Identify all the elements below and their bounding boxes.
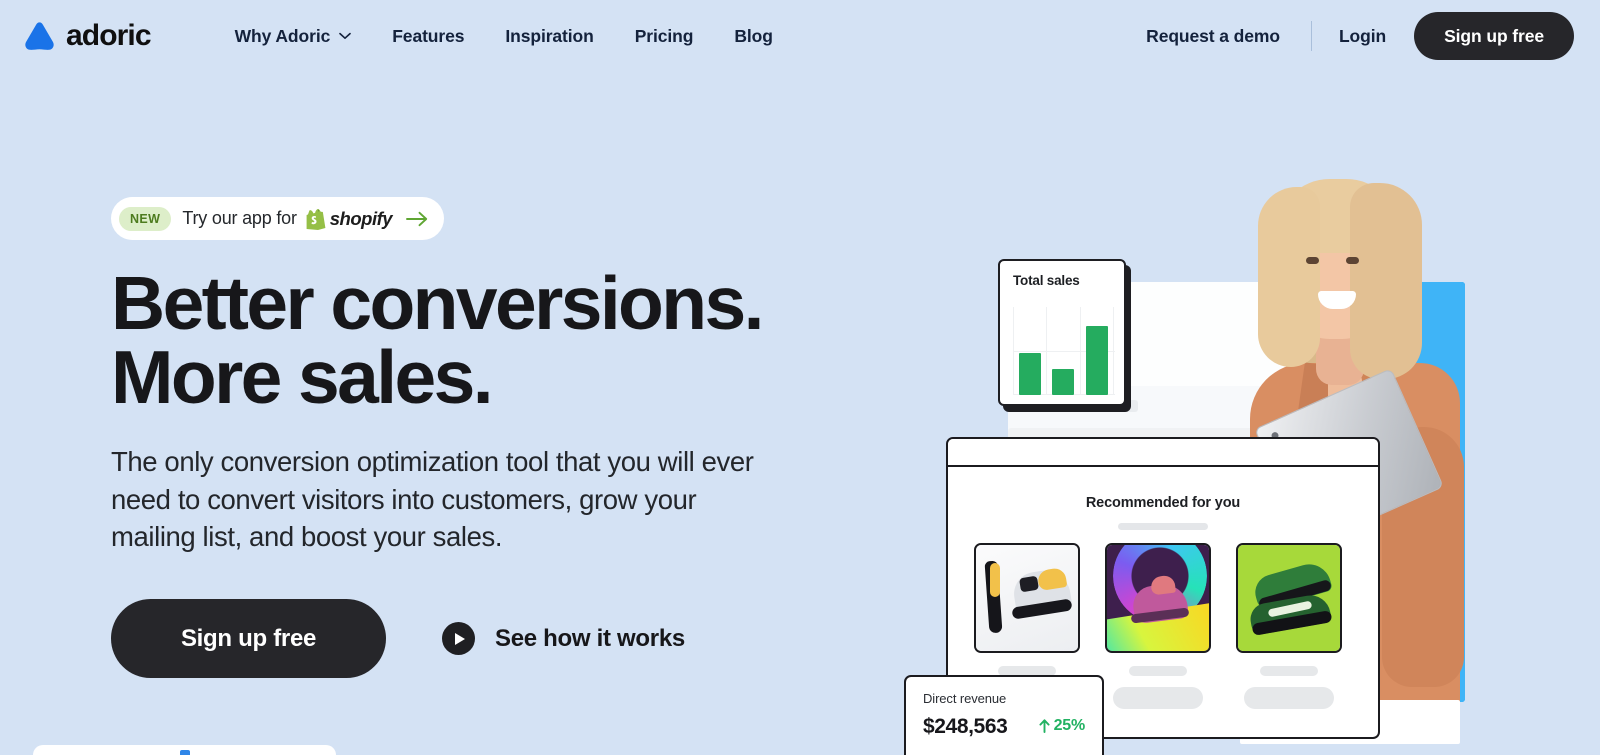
hero-illustration: Total sales Recommended for you Direct r…: [860, 160, 1600, 755]
shopify-app-badge[interactable]: NEW Try our app for shopify: [111, 197, 445, 240]
direct-revenue-delta-value: 25%: [1053, 717, 1086, 734]
window-title-bar: [948, 439, 1378, 467]
see-how-it-works-label: See how it works: [495, 624, 685, 652]
product-name-placeholder: [1260, 666, 1318, 676]
nav-links: Why Adoric Features Inspiration Pricing …: [235, 26, 773, 47]
placeholder-bar: [1118, 523, 1208, 530]
product-name-placeholder: [1129, 666, 1187, 676]
recommended-heading: Recommended for you: [1085, 495, 1241, 511]
direct-revenue-delta: 25%: [1039, 717, 1085, 735]
hero-content: NEW Try our app for shopify Better conve…: [111, 197, 871, 679]
product-image: [1236, 543, 1342, 653]
total-sales-card: Total sales: [998, 259, 1126, 406]
total-sales-title: Total sales: [1013, 273, 1080, 288]
shopify-wordmark: shopify: [329, 207, 393, 229]
nav-item-label: Blog: [734, 25, 773, 46]
top-navigation-bar: adoric Why Adoric Features Inspiration P…: [0, 0, 1600, 72]
brand-name: adoric: [66, 19, 152, 52]
nav-item-why-adoric[interactable]: Why Adoric: [235, 26, 352, 47]
adoric-triangle-logo-icon: [24, 21, 55, 51]
bottom-peek-card: [33, 745, 336, 755]
nav-item-features[interactable]: Features: [392, 26, 464, 47]
bottom-peek-indicator: [179, 750, 190, 755]
arrow-up-icon: [1039, 719, 1050, 733]
arrow-right-icon: [406, 211, 428, 227]
nav-divider: [1310, 21, 1312, 51]
badge-new-tag: NEW: [119, 206, 172, 231]
product-button-placeholder[interactable]: [1244, 687, 1334, 709]
signup-button-hero[interactable]: Sign up free: [111, 599, 386, 679]
shopify-lockup: shopify: [306, 207, 393, 230]
direct-revenue-card: Direct revenue $248,563 25%: [904, 675, 1104, 755]
direct-revenue-label: Direct revenue: [923, 691, 1007, 706]
hero-cta-row: Sign up free See how it works: [111, 599, 871, 679]
nav-item-label: Pricing: [634, 25, 694, 46]
product-card-neon-sneaker[interactable]: [1105, 543, 1211, 709]
badge-text: Try our app for: [182, 208, 297, 228]
play-icon: [442, 622, 475, 656]
product-card-green-sneakers[interactable]: [1236, 543, 1342, 709]
hero-subtitle: The only conversion optimization tool th…: [111, 446, 754, 553]
product-image: [1105, 543, 1211, 653]
product-button-placeholder[interactable]: [1113, 687, 1203, 709]
chevron-down-icon: [339, 32, 352, 40]
page-title: Better conversions. More sales.: [111, 261, 871, 419]
nav-item-pricing[interactable]: Pricing: [635, 26, 694, 47]
hero-title-line-1: Better conversions.: [111, 261, 764, 345]
product-image: [974, 543, 1080, 653]
request-demo-link[interactable]: Request a demo: [1146, 26, 1280, 47]
nav-actions: Request a demo Login Sign up free: [1146, 12, 1574, 60]
nav-item-label: Features: [392, 25, 465, 46]
nav-item-label: Why Adoric: [234, 25, 331, 46]
brand-logo[interactable]: adoric: [24, 19, 152, 52]
login-link[interactable]: Login: [1339, 26, 1386, 47]
direct-revenue-value: $248,563: [923, 715, 1008, 738]
signup-button-nav[interactable]: Sign up free: [1414, 12, 1574, 60]
nav-item-label: Inspiration: [505, 25, 594, 46]
nav-item-inspiration[interactable]: Inspiration: [505, 26, 593, 47]
hero-title-line-2: More sales.: [111, 334, 494, 419]
shopify-bag-icon: [306, 208, 326, 230]
nav-item-blog[interactable]: Blog: [734, 25, 773, 47]
see-how-it-works-link[interactable]: See how it works: [442, 622, 685, 656]
total-sales-bar-chart: [1013, 307, 1115, 396]
landing-page: adoric Why Adoric Features Inspiration P…: [0, 0, 1600, 755]
